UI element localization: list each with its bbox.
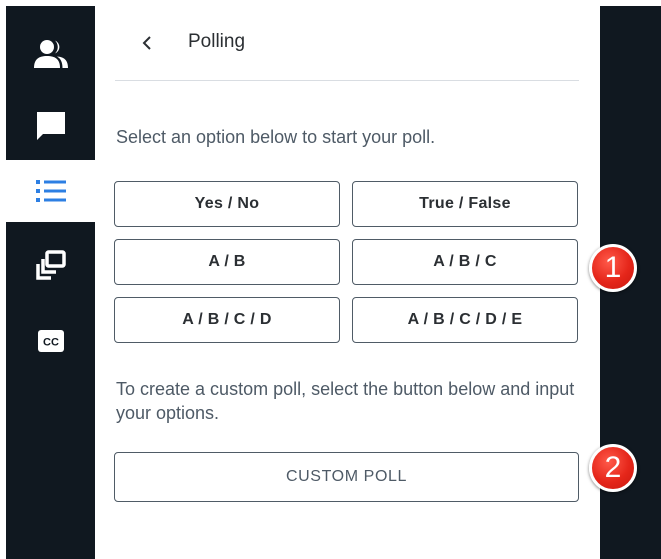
chevron-left-icon (142, 36, 151, 50)
left-margin (0, 0, 6, 559)
page-title: Polling (188, 31, 246, 52)
top-margin (0, 0, 661, 6)
custom-poll-instruction: To create a custom poll, select the butt… (116, 379, 575, 423)
sidebar-item-users[interactable] (6, 23, 95, 85)
option-a-b-c-button[interactable]: A / B / C (352, 239, 578, 285)
panel-header (115, 6, 579, 81)
polling-panel: Polling Select an option below to start … (95, 6, 600, 559)
option-yes-no-button[interactable]: Yes / No (114, 181, 340, 227)
option-a-b-c-d-button[interactable]: A / B / C / D (114, 297, 340, 343)
sidebar-item-screen-share[interactable] (6, 234, 95, 296)
svg-text:CC: CC (43, 337, 59, 349)
option-a-b-c-d-e-button[interactable]: A / B / C / D / E (352, 297, 578, 343)
option-true-false-button[interactable]: True / False (352, 181, 578, 227)
sidebar-item-polling[interactable] (6, 160, 95, 222)
screen-share-icon (35, 250, 66, 280)
sidebar: CC (6, 6, 95, 559)
poll-instruction: Select an option below to start your pol… (116, 127, 436, 147)
sidebar-item-chat[interactable] (6, 95, 95, 157)
back-button[interactable] (135, 28, 159, 58)
callout-badge-2: 2 (589, 444, 637, 492)
callout-badge-1: 1 (589, 244, 637, 292)
users-icon (33, 40, 68, 68)
closed-captions-icon: CC (37, 330, 64, 352)
custom-poll-button[interactable]: CUSTOM POLL (114, 452, 579, 502)
sidebar-item-captions[interactable]: CC (6, 310, 95, 372)
chat-icon (36, 112, 65, 140)
option-a-b-button[interactable]: A / B (114, 239, 340, 285)
list-icon (35, 180, 66, 202)
